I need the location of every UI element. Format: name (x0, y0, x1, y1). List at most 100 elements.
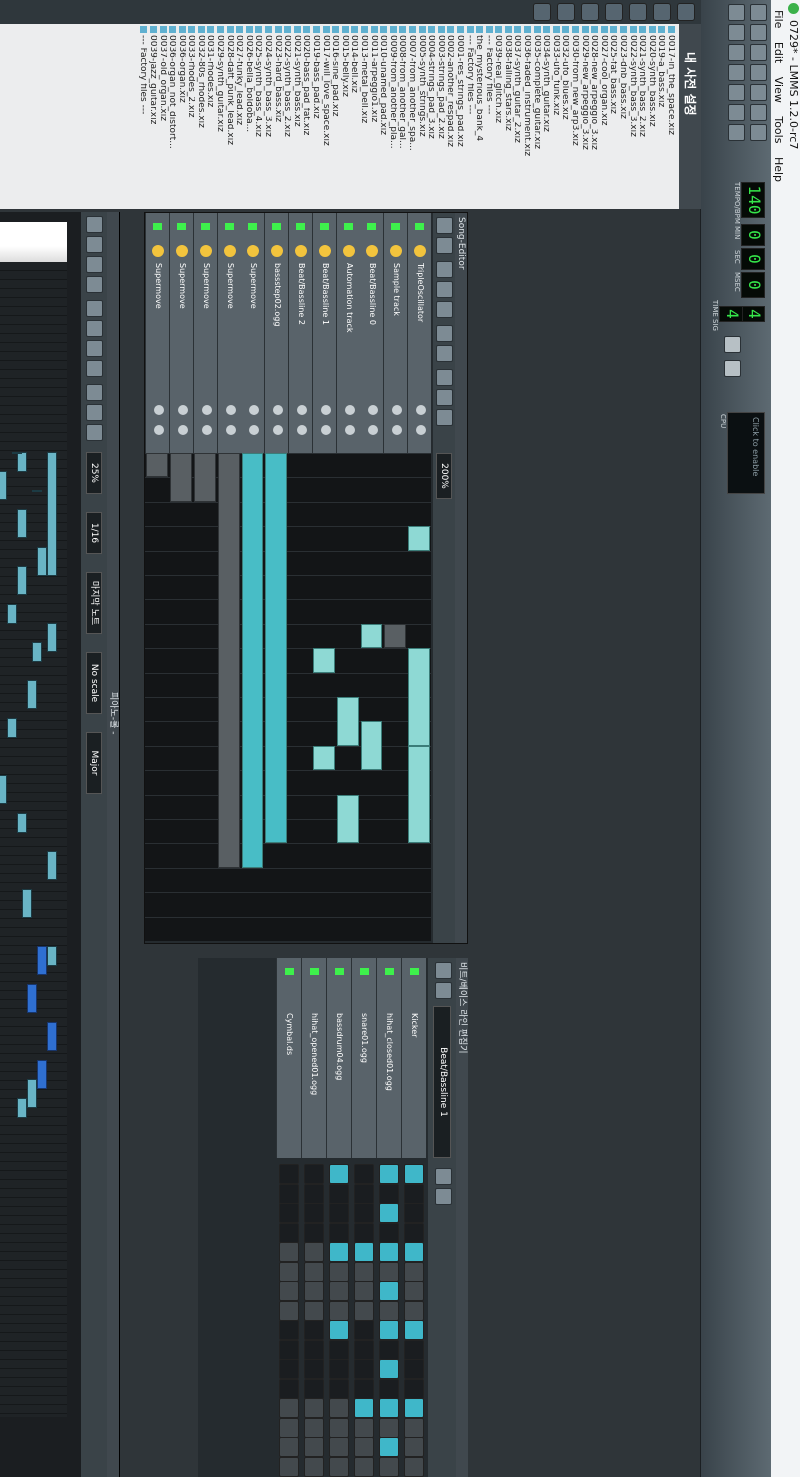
beat-step[interactable] (379, 1300, 399, 1321)
mute-led[interactable] (360, 968, 369, 975)
add-beat-track-icon[interactable] (436, 261, 453, 278)
file-item[interactable]: 0029-synth_guitar.xiz (215, 26, 225, 201)
beat-step[interactable] (304, 1320, 324, 1340)
piano-note[interactable] (17, 509, 27, 538)
file-item[interactable]: --- Factory files --- (138, 26, 148, 201)
beat-step[interactable] (379, 1320, 399, 1340)
pan-knob[interactable] (225, 425, 236, 435)
pan-knob[interactable] (178, 425, 188, 435)
pan-knob[interactable] (154, 425, 165, 435)
beat-step[interactable] (354, 1183, 374, 1204)
beat-step[interactable] (379, 1164, 399, 1184)
menu-edit[interactable]: Edit (771, 42, 786, 63)
beat-step[interactable] (304, 1339, 324, 1360)
song-pattern-clip[interactable] (313, 648, 335, 673)
beat-step[interactable] (354, 1242, 374, 1262)
beat-step[interactable] (404, 1300, 424, 1321)
beat-step[interactable] (379, 1398, 399, 1418)
volume-knob[interactable] (297, 405, 307, 415)
beat-step[interactable] (279, 1437, 299, 1457)
beat-step[interactable] (404, 1183, 424, 1204)
recent-projects-icon[interactable] (750, 64, 767, 81)
beat-step[interactable] (404, 1339, 424, 1360)
save-project-icon[interactable] (750, 84, 767, 101)
pencil-icon[interactable] (86, 300, 103, 317)
mute-led[interactable] (200, 223, 210, 230)
file-item[interactable]: 0004-strings_pad_3.xiz (426, 26, 436, 201)
paste-icon[interactable] (86, 424, 103, 441)
beat-step[interactable] (329, 1417, 349, 1438)
beat-step[interactable] (279, 1281, 299, 1301)
mute-led[interactable] (224, 223, 234, 230)
file-item[interactable]: 0038-falling_stars.xiz (502, 26, 512, 201)
file-item[interactable]: 0005-synth_strings.xiz (416, 26, 426, 201)
file-item[interactable]: 0020-synth_bass.xiz (646, 26, 656, 201)
track-name[interactable]: TripleOscillator (416, 263, 425, 322)
beat-track-name[interactable]: Kicker (410, 1013, 419, 1037)
beat-step[interactable] (279, 1359, 299, 1379)
track-name[interactable]: Beat/Bassline 0 (368, 263, 377, 325)
mute-led[interactable] (153, 223, 163, 230)
file-item[interactable]: 0019-a_bass.xiz (656, 26, 666, 201)
file-item[interactable]: 0014-bell.xiz (349, 26, 359, 201)
track-name[interactable]: Supermove (226, 263, 235, 309)
file-item[interactable]: 0033-ufo_funk.xiz (550, 26, 560, 201)
beat-step[interactable] (354, 1339, 374, 1360)
beat-step[interactable] (354, 1203, 374, 1223)
file-item[interactable]: 0036-organ.xiz (176, 26, 186, 201)
beat-step[interactable] (404, 1242, 424, 1262)
draw-mode-icon[interactable] (436, 325, 453, 342)
song-pattern-clip[interactable] (146, 453, 169, 478)
volume-knob[interactable] (249, 405, 260, 415)
beat-step[interactable] (304, 1261, 324, 1282)
beat-step[interactable] (329, 1339, 349, 1360)
beat-step[interactable] (329, 1203, 349, 1223)
beat-step[interactable] (304, 1437, 324, 1457)
mute-led[interactable] (310, 968, 319, 975)
new-from-template-icon[interactable] (750, 24, 767, 41)
beat-stop-icon[interactable] (435, 982, 452, 999)
song-track[interactable]: bassstep02.ogg (264, 213, 289, 453)
file-item[interactable]: 0011-arpeggio1.xiz (368, 26, 378, 201)
zoom-out-icon[interactable] (436, 389, 453, 406)
song-pattern-clip[interactable] (360, 623, 383, 649)
piano-note[interactable] (12, 452, 22, 454)
beat-track-name[interactable]: hihat_closed01.ogg (385, 1013, 394, 1091)
beat-step[interactable] (279, 1320, 299, 1340)
timesig-den[interactable]: 4 (719, 306, 743, 322)
time-sec-display[interactable]: 0 (741, 248, 765, 270)
file-item[interactable]: 0015-belly.xiz (339, 26, 349, 201)
piano-note[interactable] (7, 604, 17, 624)
whats-this-icon[interactable] (750, 124, 767, 141)
file-item[interactable]: 0023-dnb_bass.xiz (617, 26, 628, 201)
mute-led[interactable] (285, 968, 294, 975)
song-zoom-select[interactable]: 200% (436, 453, 452, 499)
piano-note[interactable] (17, 566, 27, 595)
beat-track[interactable]: Cymbal.ds (276, 958, 301, 1158)
volume-knob[interactable] (416, 405, 426, 415)
beat-track[interactable]: hihat_closed01.ogg (376, 958, 401, 1158)
beat-step[interactable] (354, 1300, 374, 1321)
volume-knob[interactable] (368, 405, 379, 415)
track-name[interactable]: Supermove (178, 263, 187, 309)
beat-step[interactable] (329, 1222, 349, 1243)
beat-track[interactable]: bassdrum04.ogg (326, 958, 351, 1158)
piano-note[interactable] (37, 547, 47, 576)
piano-note[interactable] (37, 1060, 47, 1089)
beat-step[interactable] (329, 1456, 349, 1477)
song-pattern-clip[interactable] (265, 453, 288, 844)
open-project-icon[interactable] (750, 44, 767, 61)
computer-icon[interactable] (533, 3, 551, 21)
piano-note[interactable] (37, 946, 47, 975)
beat-step[interactable] (379, 1222, 399, 1243)
file-item[interactable]: 0013-metal_bell.xiz (358, 26, 368, 201)
mute-led[interactable] (410, 968, 419, 975)
beat-step[interactable] (279, 1183, 299, 1204)
file-item[interactable]: 0030-from_new_arp3.xiz (569, 26, 580, 201)
pan-knob[interactable] (249, 425, 260, 435)
track-name[interactable]: Supermove (249, 263, 258, 309)
time-min-display[interactable]: 0 (741, 224, 765, 246)
mute-led[interactable] (272, 223, 282, 230)
pan-knob[interactable] (201, 425, 212, 435)
file-item[interactable]: 0010-unamed_pad.xiz (378, 26, 388, 201)
